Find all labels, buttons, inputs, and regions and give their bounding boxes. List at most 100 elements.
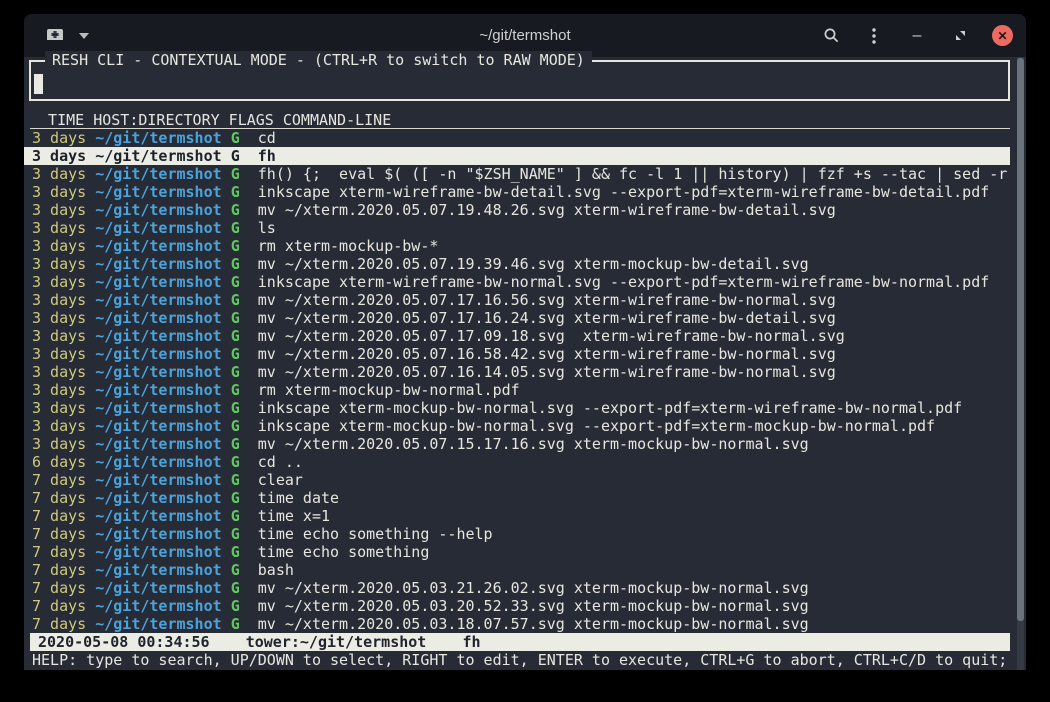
history-row[interactable]: 3 days ~/git/termshot G inkscape xterm-m… xyxy=(24,399,1026,417)
search-icon xyxy=(823,27,840,44)
history-row[interactable]: 7 days ~/git/termshot G time date xyxy=(24,489,1026,507)
row-flags: G xyxy=(231,471,240,489)
history-row[interactable]: 3 days ~/git/termshot G ls xyxy=(24,219,1026,237)
row-command: cd xyxy=(258,129,276,147)
row-command: mv ~/xterm.2020.05.07.15.17.16.svg xterm… xyxy=(258,435,809,453)
history-row[interactable]: 3 days ~/git/termshot G mv ~/xterm.2020.… xyxy=(24,363,1026,381)
row-command: mv ~/xterm.2020.05.07.16.58.42.svg xterm… xyxy=(258,345,836,363)
history-row[interactable]: 3 days ~/git/termshot G inkscape xterm-w… xyxy=(24,273,1026,291)
minimize-button[interactable]: – xyxy=(906,25,928,47)
row-host: ~/git/termshot xyxy=(95,129,221,147)
row-age: 7 days xyxy=(32,507,86,525)
row-flags: G xyxy=(231,165,240,183)
row-command: mv ~/xterm.2020.05.03.21.26.02.svg xterm… xyxy=(258,579,809,597)
history-row[interactable]: 7 days ~/git/termshot G bash xyxy=(24,561,1026,579)
status-cmd: fh xyxy=(462,633,480,651)
text-cursor xyxy=(34,74,43,94)
history-row[interactable]: 7 days ~/git/termshot G mv ~/xterm.2020.… xyxy=(24,615,1026,633)
row-age: 3 days xyxy=(32,327,86,345)
row-host: ~/git/termshot xyxy=(95,363,221,381)
row-command: mv ~/xterm.2020.05.07.19.48.26.svg xterm… xyxy=(258,201,836,219)
row-flags: G xyxy=(231,147,240,165)
history-row[interactable]: 7 days ~/git/termshot G time echo someth… xyxy=(24,543,1026,561)
close-button[interactable]: ✕ xyxy=(992,25,1013,46)
history-row[interactable]: 3 days ~/git/termshot G rm xterm-mockup-… xyxy=(24,381,1026,399)
history-row[interactable]: 3 days ~/git/termshot G inkscape xterm-m… xyxy=(24,417,1026,435)
history-row[interactable]: 3 days ~/git/termshot G inkscape xterm-w… xyxy=(24,183,1026,201)
row-host: ~/git/termshot xyxy=(95,345,221,363)
history-row[interactable]: 7 days ~/git/termshot G time x=1 xyxy=(24,507,1026,525)
row-host: ~/git/termshot xyxy=(95,381,221,399)
history-row[interactable]: 3 days ~/git/termshot G mv ~/xterm.2020.… xyxy=(24,309,1026,327)
row-flags: G xyxy=(231,345,240,363)
tab-dropdown-button[interactable] xyxy=(76,28,92,44)
row-flags: G xyxy=(231,219,240,237)
row-command: time echo something xyxy=(258,543,430,561)
restore-button[interactable] xyxy=(949,25,971,47)
history-row[interactable]: 3 days ~/git/termshot G rm xterm-mockup-… xyxy=(24,237,1026,255)
row-age: 3 days xyxy=(32,129,86,147)
history-row[interactable]: 7 days ~/git/termshot G time echo someth… xyxy=(24,525,1026,543)
new-terminal-button[interactable] xyxy=(44,25,66,47)
row-command: mv ~/xterm.2020.05.07.17.16.24.svg xterm… xyxy=(258,309,836,327)
terminal-window: ~/git/termshot – xyxy=(24,14,1026,670)
search-input-line[interactable] xyxy=(32,74,1007,94)
row-host: ~/git/termshot xyxy=(95,453,221,471)
row-flags: G xyxy=(231,489,240,507)
row-age: 3 days xyxy=(32,201,86,219)
scrollbar-thumb[interactable] xyxy=(1017,58,1024,621)
row-age: 3 days xyxy=(32,363,86,381)
row-host: ~/git/termshot xyxy=(95,507,221,525)
row-age: 3 days xyxy=(32,147,86,165)
status-bar: 2020-05-08 00:34:56 tower:~/git/termshot… xyxy=(30,633,1010,651)
row-host: ~/git/termshot xyxy=(95,201,221,219)
row-flags: G xyxy=(231,237,240,255)
history-row[interactable]: 3 days ~/git/termshot G mv ~/xterm.2020.… xyxy=(24,435,1026,453)
row-host: ~/git/termshot xyxy=(95,561,221,579)
row-host: ~/git/termshot xyxy=(95,237,221,255)
row-command: cd .. xyxy=(258,453,303,471)
history-row[interactable]: 7 days ~/git/termshot G clear xyxy=(24,471,1026,489)
row-command: fh xyxy=(258,147,276,165)
history-row[interactable]: 3 days ~/git/termshot G mv ~/xterm.2020.… xyxy=(24,327,1026,345)
row-flags: G xyxy=(231,453,240,471)
table-header: TIME HOST:DIRECTORY FLAGS COMMAND-LINE xyxy=(30,111,1010,129)
history-row[interactable]: 6 days ~/git/termshot G cd .. xyxy=(24,453,1026,471)
row-flags: G xyxy=(231,183,240,201)
history-row[interactable]: 3 days ~/git/termshot G mv ~/xterm.2020.… xyxy=(24,201,1026,219)
terminal-screen[interactable]: RESH CLI - CONTEXTUAL MODE - (CTRL+R to … xyxy=(24,57,1026,670)
row-command: clear xyxy=(258,471,303,489)
row-command: time date xyxy=(258,489,339,507)
row-age: 7 days xyxy=(32,597,86,615)
history-row[interactable]: 3 days ~/git/termshot G mv ~/xterm.2020.… xyxy=(24,345,1026,363)
row-host: ~/git/termshot xyxy=(95,597,221,615)
row-age: 7 days xyxy=(32,579,86,597)
history-row[interactable]: 3 days ~/git/termshot G mv ~/xterm.2020.… xyxy=(24,291,1026,309)
scrollbar[interactable] xyxy=(1017,57,1024,670)
row-host: ~/git/termshot xyxy=(95,183,221,201)
row-flags: G xyxy=(231,327,240,345)
history-row[interactable]: 7 days ~/git/termshot G mv ~/xterm.2020.… xyxy=(24,597,1026,615)
history-row[interactable]: 3 days ~/git/termshot G fh() {; eval $( … xyxy=(24,165,1026,183)
history-row[interactable]: 7 days ~/git/termshot G mv ~/xterm.2020.… xyxy=(24,579,1026,597)
row-host: ~/git/termshot xyxy=(95,165,221,183)
row-host: ~/git/termshot xyxy=(95,327,221,345)
row-command: mv ~/xterm.2020.05.07.16.14.05.svg xterm… xyxy=(258,363,836,381)
history-row[interactable]: 3 days ~/git/termshot G fh xyxy=(24,147,1010,165)
search-button[interactable] xyxy=(820,25,842,47)
history-row[interactable]: 3 days ~/git/termshot G mv ~/xterm.2020.… xyxy=(24,255,1026,273)
menu-button[interactable] xyxy=(863,25,885,47)
row-flags: G xyxy=(231,507,240,525)
row-command: inkscape xterm-mockup-bw-normal.svg --ex… xyxy=(258,399,962,417)
history-row[interactable]: 3 days ~/git/termshot G cd xyxy=(24,129,1026,147)
frame-title: RESH CLI - CONTEXTUAL MODE - (CTRL+R to … xyxy=(45,51,592,69)
row-command: inkscape xterm-wireframe-bw-normal.svg -… xyxy=(258,273,990,291)
row-age: 7 days xyxy=(32,561,86,579)
kebab-menu-icon xyxy=(872,28,876,44)
row-host: ~/git/termshot xyxy=(95,615,221,633)
row-flags: G xyxy=(231,291,240,309)
row-flags: G xyxy=(231,273,240,291)
row-command: inkscape xterm-wireframe-bw-detail.svg -… xyxy=(258,183,990,201)
row-flags: G xyxy=(231,255,240,273)
row-host: ~/git/termshot xyxy=(95,525,221,543)
